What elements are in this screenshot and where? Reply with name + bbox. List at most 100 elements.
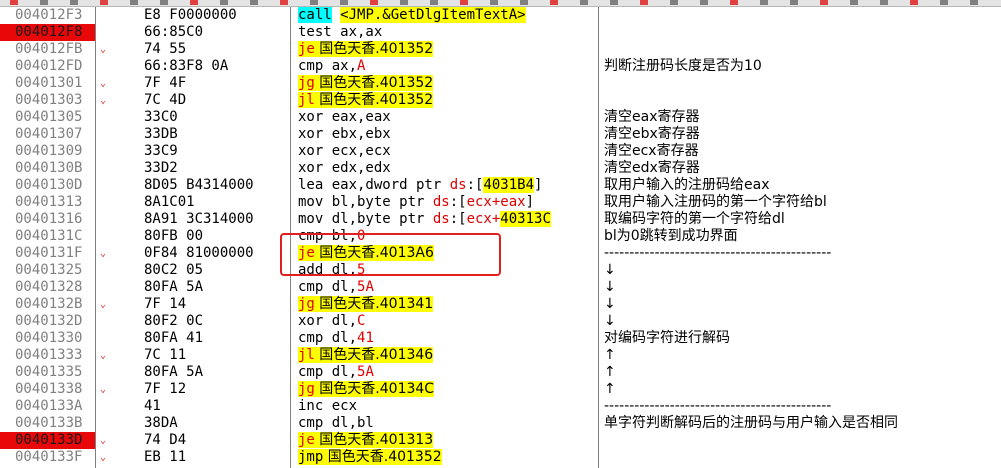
instruction-cell[interactable]: cmp ax,A: [298, 58, 365, 75]
disasm-row[interactable]: 00401309 33C9 xor ecx,ecx 清空ecx寄存器: [0, 143, 1001, 160]
disasm-row[interactable]: 004012F3 E8 F0000000 call <JMP.&GetDlgItem…: [0, 7, 1001, 24]
address-cell[interactable]: 00401330: [0, 330, 95, 347]
address-cell[interactable]: 00401313: [0, 194, 95, 211]
address-cell[interactable]: 0040133B: [0, 415, 95, 432]
address-cell[interactable]: 00401335: [0, 364, 95, 381]
instruction-token: jg: [298, 381, 315, 397]
address-cell[interactable]: 00401333: [0, 347, 95, 364]
disasm-row[interactable]: 00401301 ⌄ 7F 4F jg 国色天香.401352: [0, 75, 1001, 92]
instruction-cell[interactable]: xor ecx,ecx: [298, 143, 391, 160]
disasm-row[interactable]: 00401307 33DB xor ebx,ebx 清空ebx寄存器: [0, 126, 1001, 143]
toolbar-tick: [580, 0, 588, 5]
disasm-row[interactable]: 00401328 80FA 5A cmp dl,5A ↓: [0, 279, 1001, 296]
comment-cell[interactable]: ↑: [604, 381, 616, 398]
address-cell[interactable]: 00401305: [0, 109, 95, 126]
disasm-row[interactable]: 0040132D 80F2 0C xor dl,C ↓: [0, 313, 1001, 330]
disasm-row[interactable]: 00401333 ⌄ 7C 11 jl 国色天香.401346 ↑: [0, 347, 1001, 364]
gutter-cell: [96, 228, 110, 245]
disasm-row[interactable]: 0040132B ⌄ 7F 14 jg 国色天香.401341 ↓: [0, 296, 1001, 313]
disasm-row[interactable]: 0040130D 8D05 B4314000 lea eax,dword ptr d…: [0, 177, 1001, 194]
address-cell-breakpoint[interactable]: 0040133D: [0, 432, 95, 449]
opcode-bytes: 80FA 41: [144, 330, 204, 346]
comment-cell[interactable]: bl为0跳转到成功界面: [604, 228, 738, 245]
disasm-row[interactable]: 004012F8 66:85C0 test ax,ax: [0, 24, 1001, 41]
address-cell[interactable]: 00401303: [0, 92, 95, 109]
disasm-row[interactable]: 00401303 ⌄ 7C 4D jl 国色天香.401352: [0, 92, 1001, 109]
address-cell[interactable]: 00401328: [0, 279, 95, 296]
disasm-row[interactable]: 0040133B 38DA cmp dl,bl 单字符判断解码后的注册码与用户输入是否…: [0, 415, 1001, 432]
comment-cell[interactable]: ↓: [604, 279, 616, 296]
comment-cell[interactable]: ↓: [604, 313, 616, 330]
instruction-cell[interactable]: xor edx,edx: [298, 160, 391, 177]
comment-cell[interactable]: 取用户输入注册码的第一个字符给bl: [604, 194, 827, 211]
instruction-cell[interactable]: mov dl,byte ptr ds:[ecx+40313C: [298, 211, 551, 228]
disasm-row[interactable]: 0040130B 33D2 xor edx,edx 清空edx寄存器: [0, 160, 1001, 177]
instruction-cell[interactable]: xor ebx,ebx: [298, 126, 391, 143]
disasm-row[interactable]: 0040133F ⌄ EB 11 jmp 国色天香.401352: [0, 449, 1001, 466]
comment-cell[interactable]: ↑: [604, 364, 616, 381]
instruction-cell[interactable]: test ax,ax: [298, 24, 382, 41]
comment-cell[interactable]: 清空eax寄存器: [604, 109, 699, 126]
instruction-cell[interactable]: jl 国色天香.401346: [298, 347, 434, 364]
address-cell[interactable]: 0040132D: [0, 313, 95, 330]
instruction-cell[interactable]: xor eax,eax: [298, 109, 391, 126]
disasm-row[interactable]: 00401338 ⌄ 7F 12 jg 国色天香.40134C ↑: [0, 381, 1001, 398]
address-cell[interactable]: 00401338: [0, 381, 95, 398]
instruction-cell[interactable]: jl 国色天香.401352: [298, 92, 434, 109]
disasm-row[interactable]: 004012FD 66:83F8 0A cmp ax,A 判断注册码长度是否为10: [0, 58, 1001, 75]
address-cell[interactable]: 0040131F: [0, 245, 95, 262]
comment-cell[interactable]: ----------------------------------------…: [604, 245, 831, 262]
instruction-cell[interactable]: jg 国色天香.401352: [298, 75, 434, 92]
address-cell[interactable]: 0040132B: [0, 296, 95, 313]
address-cell-breakpoint[interactable]: 004012F8: [0, 24, 95, 41]
comment-cell[interactable]: 单字符判断解码后的注册码与用户输入是否相同: [604, 415, 898, 432]
comment-cell[interactable]: ↑: [604, 347, 616, 364]
address-cell[interactable]: 00401301: [0, 75, 95, 92]
comment-cell[interactable]: ↓: [604, 296, 616, 313]
disasm-row[interactable]: 00401330 80FA 41 cmp dl,41 对编码字符进行解码: [0, 330, 1001, 347]
instruction-cell[interactable]: jg 国色天香.40134C: [298, 381, 435, 398]
instruction-cell[interactable]: je 国色天香.401352: [298, 41, 434, 58]
address-cell[interactable]: 0040130B: [0, 160, 95, 177]
instruction-cell[interactable]: jg 国色天香.401341: [298, 296, 434, 313]
instruction-cell[interactable]: cmp dl,41: [298, 330, 374, 347]
disasm-row[interactable]: 00401313 8A1C01 mov bl,byte ptr ds:[ecx+ea…: [0, 194, 1001, 211]
instruction-cell[interactable]: inc ecx: [298, 398, 357, 415]
disasm-row[interactable]: 00401305 33C0 xor eax,eax 清空eax寄存器: [0, 109, 1001, 126]
comment-cell[interactable]: ↓: [604, 262, 616, 279]
address-cell[interactable]: 0040133F: [0, 449, 95, 466]
disasm-row[interactable]: 004012FB ⌄ 74 55 je 国色天香.401352: [0, 41, 1001, 58]
instruction-cell[interactable]: cmp dl,5A: [298, 279, 374, 296]
address-cell[interactable]: 004012FD: [0, 58, 95, 75]
instruction-cell[interactable]: je 国色天香.401313: [298, 432, 434, 449]
instruction-cell[interactable]: cmp dl,bl: [298, 415, 374, 432]
address-cell[interactable]: 00401316: [0, 211, 95, 228]
address-cell[interactable]: 0040130D: [0, 177, 95, 194]
instruction-cell[interactable]: jmp 国色天香.401352: [298, 449, 442, 466]
comment-cell[interactable]: 取用户输入的注册码给eax: [604, 177, 769, 194]
address-cell[interactable]: 0040133A: [0, 398, 95, 415]
comment-cell[interactable]: 清空edx寄存器: [604, 160, 700, 177]
toolbar-tick: [640, 0, 648, 5]
address-cell[interactable]: 00401325: [0, 262, 95, 279]
address-cell[interactable]: 0040131C: [0, 228, 95, 245]
disasm-row[interactable]: 00401316 8A91 3C314000 mov dl,byte ptr ds:…: [0, 211, 1001, 228]
disasm-row[interactable]: 0040133A 41 inc ecx -----------------------…: [0, 398, 1001, 415]
instruction-cell[interactable]: xor dl,C: [298, 313, 365, 330]
disasm-row[interactable]: 00401335 80FA 5A cmp dl,5A ↑: [0, 364, 1001, 381]
instruction-cell[interactable]: lea eax,dword ptr ds:[4031B4]: [298, 177, 542, 194]
comment-cell[interactable]: 清空ecx寄存器: [604, 143, 699, 160]
comment-cell[interactable]: 判断注册码长度是否为10: [604, 58, 762, 75]
instruction-cell[interactable]: cmp dl,5A: [298, 364, 374, 381]
comment-cell[interactable]: 对编码字符进行解码: [604, 330, 730, 347]
comment-cell[interactable]: 清空ebx寄存器: [604, 126, 700, 143]
address-cell[interactable]: 004012F3: [0, 7, 95, 24]
comment-cell[interactable]: 取编码字符的第一个字符给dl: [604, 211, 785, 228]
comment-cell[interactable]: ----------------------------------------…: [604, 398, 831, 415]
instruction-cell[interactable]: call <JMP.&GetDlgItemTextA>: [298, 7, 526, 24]
disasm-row[interactable]: 0040133D ⌄ 74 D4 je 国色天香.401313: [0, 432, 1001, 449]
address-cell[interactable]: 00401307: [0, 126, 95, 143]
address-cell[interactable]: 00401309: [0, 143, 95, 160]
instruction-cell[interactable]: mov bl,byte ptr ds:[ecx+eax]: [298, 194, 534, 211]
address-cell[interactable]: 004012FB: [0, 41, 95, 58]
